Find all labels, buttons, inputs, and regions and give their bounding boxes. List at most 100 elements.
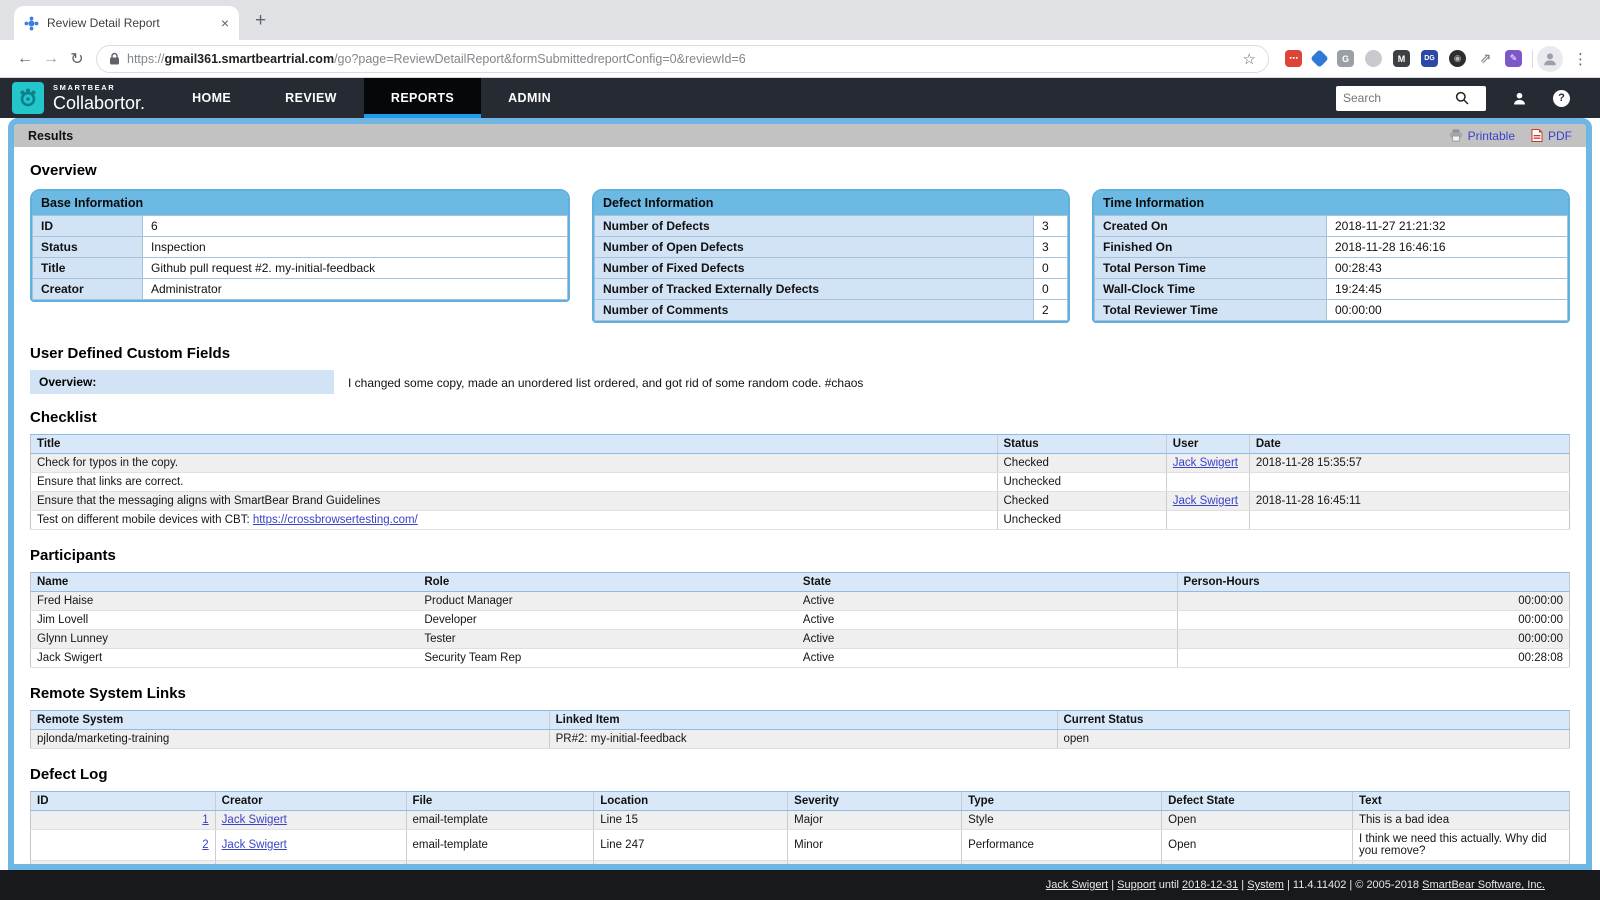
info-row: Total Person Time00:28:43 <box>1095 258 1568 279</box>
time-information-box: Time Information Created On2018-11-27 21… <box>1092 189 1570 323</box>
participant-hours: 00:00:00 <box>1177 630 1569 649</box>
defect-id: 4 <box>31 861 216 871</box>
checklist-row: Test on different mobile devices with CB… <box>31 511 1570 530</box>
defect-severity: Minor <box>788 830 962 861</box>
profile-avatar[interactable] <box>1537 46 1563 72</box>
defect-id-link[interactable]: 1 <box>202 814 208 826</box>
base-information-rows: ID6StatusInspectionTitleGithub pull requ… <box>33 216 568 300</box>
checklist-row: Ensure that links are correct.Unchecked <box>31 473 1570 492</box>
defect-file: email-template <box>406 811 594 830</box>
brand-text: SMARTBEAR Collabortor. <box>53 83 145 114</box>
smartbear-collaborator-logo[interactable]: SMARTBEAR Collabortor. <box>0 78 165 118</box>
ext-purple-pen-icon[interactable]: ✎ <box>1505 50 1522 67</box>
ext-dark-circle-icon[interactable]: ◉ <box>1449 50 1466 67</box>
ext-sphere-icon[interactable] <box>1365 50 1382 67</box>
ext-gray-arrow-icon[interactable]: ⇗ <box>1477 50 1494 67</box>
url-field[interactable]: https://gmail361.smartbeartrial.com/go?p… <box>96 45 1269 73</box>
ext-blue-diamond-icon[interactable] <box>1310 49 1328 67</box>
info-row: Number of Comments2 <box>595 300 1068 321</box>
custom-field-row: Overview: I changed some copy, made an u… <box>30 370 1570 394</box>
info-value: Github pull request #2. my-initial-feedb… <box>143 258 568 279</box>
participants-heading: Participants <box>30 547 1570 564</box>
current-status: open <box>1057 730 1570 749</box>
info-label: Created On <box>1095 216 1327 237</box>
info-value: 3 <box>1034 216 1068 237</box>
footer-link[interactable]: 2018-12-31 <box>1182 879 1238 891</box>
participant-row: Jack SwigertSecurity Team RepActive00:28… <box>31 649 1570 668</box>
forward-icon[interactable]: → <box>38 50 64 68</box>
checklist-row: Check for typos in the copy.CheckedJack … <box>31 454 1570 473</box>
footer-link[interactable]: SmartBear Software, Inc. <box>1422 879 1545 891</box>
results-title: Results <box>28 129 73 143</box>
search-box[interactable] <box>1336 86 1486 111</box>
printer-icon <box>1449 129 1463 142</box>
reload-icon[interactable]: ↻ <box>64 49 90 69</box>
participant-hours: 00:28:08 <box>1177 649 1569 668</box>
browser-url-bar: ← → ↻ https://gmail361.smartbeartrial.co… <box>0 40 1600 78</box>
defect-creator: Jack Swigert <box>215 830 406 861</box>
checklist-heading: Checklist <box>30 409 1570 426</box>
pdf-link[interactable]: PDF <box>1531 129 1572 143</box>
participant-role: Tester <box>418 630 797 649</box>
defect-location: Line 15 <box>594 811 788 830</box>
info-row: Number of Open Defects3 <box>595 237 1068 258</box>
info-label: ID <box>33 216 143 237</box>
ext-letter-m-icon[interactable]: M <box>1393 50 1410 67</box>
search-input[interactable] <box>1343 91 1455 105</box>
bookmark-star-icon[interactable]: ☆ <box>1243 50 1256 68</box>
printable-link[interactable]: Printable <box>1449 129 1515 143</box>
ext-red-grid-icon[interactable]: ⋯ <box>1285 50 1302 67</box>
column-header: Status <box>997 435 1166 454</box>
info-row: CreatorAdministrator <box>33 279 568 300</box>
defect-information-title: Defect Information <box>594 191 1068 215</box>
checklist-date <box>1249 473 1569 492</box>
defect-log-header-row: IDCreatorFileLocationSeverityTypeDefect … <box>31 792 1570 811</box>
search-icon[interactable] <box>1455 91 1469 105</box>
footer-link[interactable]: Jack Swigert <box>1046 879 1108 891</box>
column-header: Defect State <box>1162 792 1353 811</box>
help-icon[interactable]: ? <box>1553 90 1570 107</box>
remote-link-row: pjlonda/marketing-trainingPR#2: my-initi… <box>31 730 1570 749</box>
defect-id-link[interactable]: 2 <box>202 839 208 851</box>
overview-info-boxes: Base Information ID6StatusInspectionTitl… <box>30 189 1570 323</box>
defect-information-box: Defect Information Number of Defects3Num… <box>592 189 1070 323</box>
checklist-user-link[interactable]: Jack Swigert <box>1173 457 1238 469</box>
participant-hours: 00:00:00 <box>1177 592 1569 611</box>
nav-item-review[interactable]: REVIEW <box>258 78 364 118</box>
participant-role: Developer <box>418 611 797 630</box>
new-tab-button[interactable]: + <box>255 10 266 32</box>
ext-letter-g-icon[interactable]: G <box>1337 50 1354 67</box>
nav-item-home[interactable]: HOME <box>165 78 258 118</box>
participant-name: Jim Lovell <box>31 611 419 630</box>
ext-dg-icon[interactable]: DG <box>1421 50 1438 67</box>
nav-item-admin[interactable]: ADMIN <box>481 78 578 118</box>
footer-link[interactable]: System <box>1247 879 1284 891</box>
info-value: 00:00:00 <box>1327 300 1568 321</box>
nav-item-reports[interactable]: REPORTS <box>364 78 481 118</box>
info-label: Wall-Clock Time <box>1095 279 1327 300</box>
checklist-title-url-link[interactable]: https://crossbrowsertesting.com/ <box>253 514 418 526</box>
info-row: Finished On2018-11-28 16:46:16 <box>1095 237 1568 258</box>
tab-close-icon[interactable]: × <box>221 15 229 31</box>
browser-tab[interactable]: Review Detail Report × <box>14 6 239 40</box>
footer-link[interactable]: Support <box>1117 879 1156 891</box>
column-header: Date <box>1249 435 1569 454</box>
remote-links-heading: Remote System Links <box>30 685 1570 702</box>
padlock-icon <box>109 52 120 65</box>
checklist-user <box>1166 511 1249 530</box>
column-header: Remote System <box>31 711 550 730</box>
defect-row: 1Jack Swigertemail-templateLine 15MajorS… <box>31 811 1570 830</box>
user-account-icon[interactable] <box>1512 91 1527 106</box>
results-actions: Printable PDF <box>1449 129 1572 143</box>
base-information-box: Base Information ID6StatusInspectionTitl… <box>30 189 570 302</box>
back-icon[interactable]: ← <box>12 50 38 68</box>
browser-menu-icon[interactable]: ⋮ <box>1573 50 1588 68</box>
checklist-title: Test on different mobile devices with CB… <box>31 511 998 530</box>
checklist-user-link[interactable]: Jack Swigert <box>1173 495 1238 507</box>
column-header: Title <box>31 435 998 454</box>
defect-creator-link[interactable]: Jack Swigert <box>222 814 287 826</box>
info-label: Total Person Time <box>1095 258 1327 279</box>
custom-field-label: Overview: <box>30 370 334 394</box>
defect-creator-link[interactable]: Jack Swigert <box>222 839 287 851</box>
defect-file: email-template <box>406 861 594 871</box>
